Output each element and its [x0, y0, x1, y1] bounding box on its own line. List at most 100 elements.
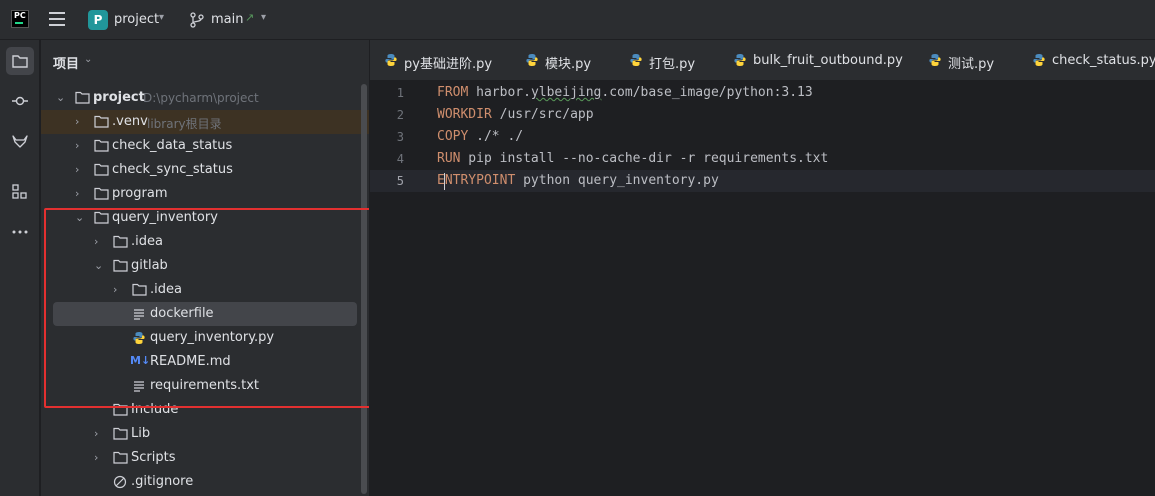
tree-item-project[interactable]: ⌄ project D:\pycharm\project	[41, 86, 369, 110]
tree-item-label: query_inventory.py	[150, 330, 275, 345]
pycharm-logo-icon: PC	[11, 10, 29, 28]
folder-icon	[12, 55, 28, 68]
folder-icon	[94, 211, 109, 224]
tree-item-label: .idea	[150, 282, 182, 297]
tree-item-label: Lib	[131, 426, 151, 441]
panel-scrollbar[interactable]	[361, 84, 367, 494]
tree-item-venv[interactable]: › .venv library根目录	[41, 110, 369, 134]
tree-item-label: gitlab	[131, 258, 168, 273]
folder-icon	[113, 235, 128, 248]
python-file-icon	[133, 332, 145, 344]
branch-switcher[interactable]: main	[211, 12, 243, 27]
tree-item-gitignore[interactable]: .gitignore	[41, 470, 369, 494]
folder-icon	[113, 427, 128, 440]
tree-item-readme[interactable]: M↓ README.md	[41, 350, 369, 374]
tree-item-label: .idea	[131, 234, 163, 249]
editor-tabs: py基础进阶.py 模块.py 打包.py bulk_fruit_outboun…	[370, 40, 1155, 81]
tree-item-label: check_data_status	[112, 138, 233, 153]
title-bar: PC P project ▾ main ↗ ▾	[0, 0, 1155, 40]
code-line[interactable]: ENTRYPOINT python query_inventory.py	[437, 173, 719, 188]
chevron-right-icon[interactable]: ›	[94, 235, 104, 248]
python-file-icon	[1033, 54, 1045, 66]
code-line[interactable]: COPY ./* ./	[437, 129, 523, 144]
code-line[interactable]: FROM harbor.ylbeijing.com/base_image/pyt…	[437, 85, 813, 100]
folder-icon	[75, 91, 90, 104]
outgoing-arrow-icon: ↗	[245, 11, 255, 24]
code-text: /usr/src/app	[491, 107, 594, 122]
tree-item-label: program	[112, 186, 168, 201]
structure-tool-button[interactable]	[6, 178, 34, 206]
python-file-icon	[929, 54, 941, 66]
tree-item-check-sync-status[interactable]: › check_sync_status	[41, 158, 369, 182]
tree-item-requirements[interactable]: requirements.txt	[41, 374, 369, 398]
tree-item-lib[interactable]: › Lib	[41, 422, 369, 446]
main-menu-icon[interactable]	[49, 12, 67, 28]
code-line[interactable]: WORKDIR /usr/src/app	[437, 107, 594, 122]
text-file-icon	[134, 381, 144, 392]
panel-title[interactable]: 项目	[53, 53, 79, 72]
chevron-right-icon[interactable]: ›	[75, 139, 85, 152]
chevron-right-icon[interactable]: ›	[75, 115, 85, 128]
tree-item-query-inventory-py[interactable]: query_inventory.py	[41, 326, 369, 350]
code-keyword: COPY	[437, 129, 469, 144]
folder-icon	[94, 139, 109, 152]
tab-label: 模块.py	[545, 57, 592, 72]
commit-icon	[12, 96, 28, 106]
chevron-right-icon[interactable]: ›	[75, 187, 85, 200]
folder-icon	[94, 115, 109, 128]
tree-item-path: D:\pycharm\project	[143, 91, 259, 105]
project-badge[interactable]: P	[88, 10, 108, 30]
chevron-right-icon[interactable]: ›	[94, 451, 104, 464]
code-editor[interactable]: 1 2 3 4 5 FROM harbor.ylbeijing.com/base…	[370, 82, 1155, 496]
line-number: 2	[396, 108, 404, 122]
tab-label: check_status.py	[1052, 53, 1155, 68]
tree-item-check-data-status[interactable]: › check_data_status	[41, 134, 369, 158]
chevron-down-icon[interactable]: ▾	[159, 12, 164, 23]
line-number: 1	[396, 86, 404, 100]
project-switcher[interactable]: project	[114, 12, 159, 27]
chevron-right-icon[interactable]: ›	[75, 163, 85, 176]
tree-item-gitlab[interactable]: ⌄ gitlab	[41, 254, 369, 278]
commit-tool-button[interactable]	[6, 87, 34, 115]
code-line[interactable]: RUN pip install --no-cache-dir -r requir…	[437, 151, 828, 166]
tree-item-label: dockerfile	[150, 306, 214, 321]
tree-item-hint: library根目录	[147, 117, 222, 131]
git-branch-icon[interactable]	[190, 12, 204, 28]
code-text: harbor.	[468, 85, 531, 100]
chevron-right-icon[interactable]: ›	[94, 427, 104, 440]
python-file-icon	[734, 54, 746, 66]
structure-icon	[12, 184, 27, 199]
tree-item-query-inventory[interactable]: ⌄ query_inventory	[41, 206, 369, 230]
line-number: 4	[396, 152, 404, 166]
chevron-down-icon[interactable]: ⌄	[94, 259, 104, 272]
tree-item-label: query_inventory	[112, 210, 218, 225]
chevron-down-icon[interactable]: ▾	[261, 12, 266, 23]
python-file-icon	[385, 54, 397, 66]
chevron-right-icon[interactable]: ›	[113, 283, 123, 296]
tool-window-strip	[0, 40, 40, 496]
tab-label: bulk_fruit_outbound.py	[753, 53, 903, 68]
logo-text: PC	[14, 11, 26, 20]
folder-icon	[113, 259, 128, 272]
project-panel: 项目 ⌄ ⌄ project D:\pycharm\project › .ven…	[41, 40, 369, 496]
chevron-down-icon[interactable]: ⌄	[56, 91, 66, 104]
tree-item-idea[interactable]: › .idea	[41, 230, 369, 254]
code-text: .com/base_image/python:3.13	[601, 85, 813, 100]
tree-item-program[interactable]: › program	[41, 182, 369, 206]
tree-item-dockerfile[interactable]: dockerfile	[53, 302, 357, 326]
folder-icon	[94, 163, 109, 176]
chevron-down-icon[interactable]: ⌄	[84, 54, 92, 65]
tree-item-gitlab-idea[interactable]: › .idea	[41, 278, 369, 302]
project-tool-button[interactable]	[6, 47, 34, 75]
logo-bar	[15, 22, 23, 24]
tree-item-label: .venv	[112, 114, 148, 129]
chevron-down-icon[interactable]: ⌄	[75, 211, 85, 224]
code-typo: ylbeijing	[530, 85, 602, 100]
tree-item-scripts[interactable]: › Scripts	[41, 446, 369, 470]
tab-label: 打包.py	[649, 57, 696, 72]
more-tools-button[interactable]	[6, 218, 34, 246]
tree-item-include[interactable]: Include	[41, 398, 369, 422]
python-file-icon	[630, 54, 642, 66]
tree-item-label: README.md	[150, 354, 231, 369]
gitlab-tool-button[interactable]	[6, 127, 34, 155]
